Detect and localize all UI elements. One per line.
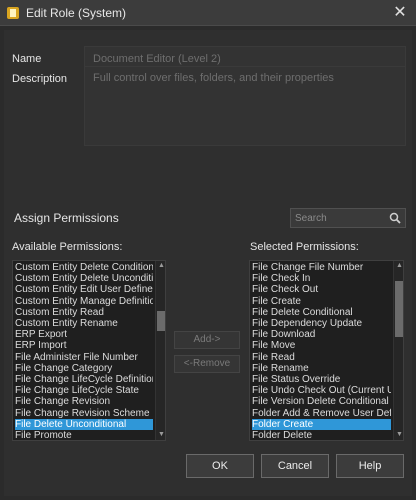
permission-list-item[interactable]: Custom Entity Rename (15, 318, 153, 329)
permission-list-item[interactable]: File Rename (252, 363, 391, 374)
permission-list-item[interactable]: File Change Revision Scheme (15, 408, 153, 419)
permission-list-item[interactable]: Custom Entity Edit User Defined Properti… (15, 284, 153, 295)
permission-list-item[interactable]: Custom Entity Manage Definitions (15, 296, 153, 307)
permission-list-item[interactable]: File Change Revision (15, 396, 153, 407)
permission-list-item[interactable]: File Download (252, 329, 391, 340)
permission-list-item[interactable]: File Administer File Number (15, 352, 153, 363)
permission-list-item[interactable]: File Read (252, 352, 391, 363)
permission-list-item[interactable]: File Check In (252, 273, 391, 284)
permission-list-item[interactable]: File Version Delete Conditional (252, 396, 391, 407)
search-icon[interactable] (389, 212, 401, 224)
permission-list-item[interactable]: Custom Entity Delete Unconditional (15, 273, 153, 284)
permission-list-item[interactable]: Folder Add & Remove User Defined Propert… (252, 408, 391, 419)
permission-list-item[interactable]: File Move (252, 340, 391, 351)
available-permissions-list[interactable]: File Promote File Delete Unconditional Fil… (12, 260, 166, 441)
search-box (290, 208, 406, 228)
name-label: Name (12, 53, 42, 65)
add-button[interactable]: Add-> (174, 331, 240, 349)
app-icon (7, 7, 19, 19)
dialog-body: Name Document Editor (Level 2) Descripti… (4, 30, 412, 496)
permission-list-item[interactable]: File Create (252, 296, 391, 307)
permission-list-item[interactable]: Folder Create (252, 418, 391, 430)
permission-list-item[interactable]: Custom Entity Read (15, 307, 153, 318)
selected-list-scrollbar[interactable]: ▲ ▼ (393, 261, 403, 440)
available-list-scrollbar[interactable]: ▲ ▼ (155, 261, 165, 440)
permission-list-item[interactable]: File Check Out (252, 284, 391, 295)
description-field[interactable]: Full control over files, folders, and th… (84, 66, 406, 146)
scroll-down-icon[interactable]: ▼ (156, 430, 165, 440)
permission-list-item[interactable]: File Delete Conditional (252, 307, 391, 318)
permission-list-item[interactable]: File Promote (15, 430, 153, 440)
permission-list-item[interactable]: ERP Export (15, 329, 153, 340)
permission-list-item[interactable]: Custom Entity Delete Conditional (15, 262, 153, 273)
available-permissions-label: Available Permissions: (12, 241, 123, 253)
permission-list-item[interactable]: File Change LifeCycle Definition (15, 374, 153, 385)
permission-list-item[interactable]: File Change LifeCycle State (15, 385, 153, 396)
scroll-thumb[interactable] (395, 281, 403, 337)
permission-list-item[interactable]: File Change File Number (252, 262, 391, 273)
permission-list-item[interactable]: File Status Override (252, 374, 391, 385)
permission-list-item[interactable]: File Change Category (15, 363, 153, 374)
scroll-up-icon[interactable]: ▲ (156, 261, 165, 271)
remove-button[interactable]: <-Remove (174, 355, 240, 373)
permission-list-item[interactable]: File Undo Check Out (Current User) (252, 385, 391, 396)
window-title: Edit Role (System) (26, 6, 127, 20)
selected-permissions-list[interactable]: Folder Delete Folder Create Folder Add & R… (249, 260, 404, 441)
cancel-button[interactable]: Cancel (261, 454, 329, 478)
permission-list-item[interactable]: ERP Import (15, 340, 153, 351)
help-button[interactable]: Help (336, 454, 404, 478)
ok-button[interactable]: OK (186, 454, 254, 478)
scroll-thumb[interactable] (157, 311, 165, 331)
search-input[interactable] (291, 209, 405, 227)
permission-list-item[interactable]: File Dependency Update (252, 318, 391, 329)
title-bar: Edit Role (System) ✕ (0, 0, 416, 26)
assign-permissions-title: Assign Permissions (14, 211, 119, 225)
scroll-up-icon[interactable]: ▲ (394, 261, 403, 271)
permission-list-item[interactable]: Folder Delete (252, 430, 391, 440)
permission-list-item[interactable]: File Delete Unconditional (15, 418, 153, 430)
scroll-down-icon[interactable]: ▼ (394, 430, 403, 440)
selected-permissions-label: Selected Permissions: (250, 241, 359, 253)
close-icon[interactable]: ✕ (390, 3, 410, 23)
description-label: Description (12, 73, 68, 85)
